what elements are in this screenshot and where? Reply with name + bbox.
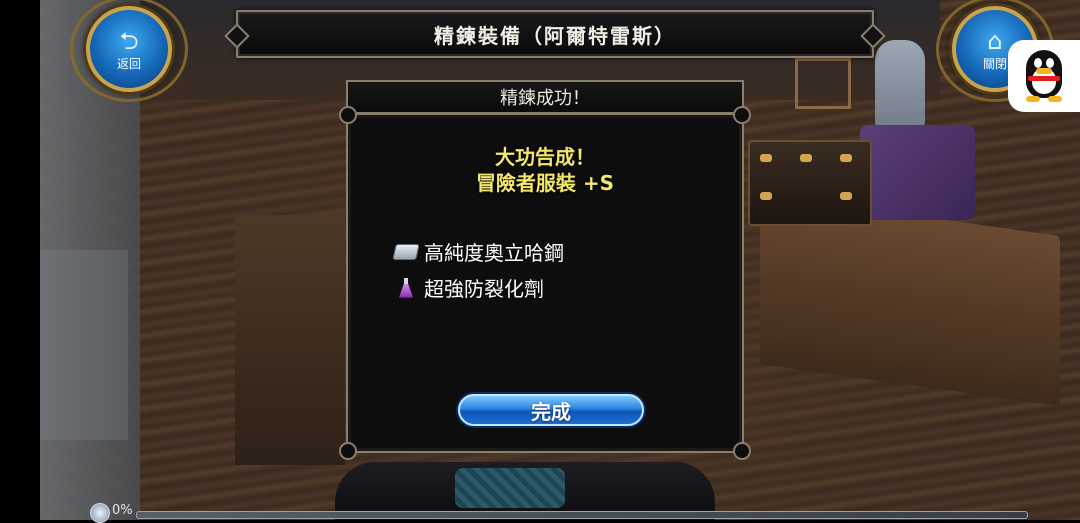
scene-easel (795, 55, 851, 109)
metal-ingot-icon (392, 241, 420, 263)
frame-corner (733, 106, 751, 124)
screen-title: 精鍊裝備（阿爾特雷斯） (434, 23, 676, 48)
material-name: 超強防裂化劑 (424, 277, 544, 301)
scene-character-figure (875, 40, 925, 130)
complete-button[interactable]: 完成 (458, 394, 644, 426)
success-message: 大功告成！ (495, 145, 595, 169)
progress-percent: 0% (112, 503, 133, 518)
progress-disc-icon (90, 503, 110, 523)
scene-treasure-chest (748, 140, 872, 226)
scene-stone-block (40, 250, 128, 440)
qq-floating-button[interactable] (1008, 40, 1080, 112)
scene-purple-box (860, 125, 975, 220)
material-item: 超強防裂化劑 (394, 273, 544, 302)
bottom-progress: 0% (90, 503, 1028, 523)
dialog-title: 精鍊成功！ (500, 88, 590, 109)
qq-penguin-icon (1022, 50, 1066, 102)
back-button[interactable]: ⮌ 返回 (86, 6, 172, 92)
back-button-label: 返回 (116, 56, 141, 71)
progress-track (136, 511, 1028, 519)
potion-flask-icon (394, 277, 418, 299)
back-arrow-icon: ⮌ (119, 26, 139, 55)
scene-wooden-table-left (235, 215, 345, 465)
home-icon: ⌂ (987, 26, 1003, 55)
frame-corner (339, 442, 357, 460)
refined-item-name: 冒險者服裝 +S (475, 171, 615, 195)
frame-corner (339, 106, 357, 124)
frame-corner (733, 442, 751, 460)
material-item: 高純度奧立哈鋼 (392, 237, 564, 266)
refine-result-dialog: 大功告成！ 冒險者服裝 +S 高純度奧立哈鋼 超強防裂化劑 完成 (339, 106, 751, 460)
material-name: 高純度奧立哈鋼 (424, 241, 564, 265)
close-button-label: 關閉 (982, 56, 1007, 71)
screen-title-bar: 精鍊裝備（阿爾特雷斯） (236, 10, 874, 58)
dialog-title-bar: 精鍊成功！ (346, 80, 744, 114)
complete-button-label: 完成 (531, 399, 571, 424)
